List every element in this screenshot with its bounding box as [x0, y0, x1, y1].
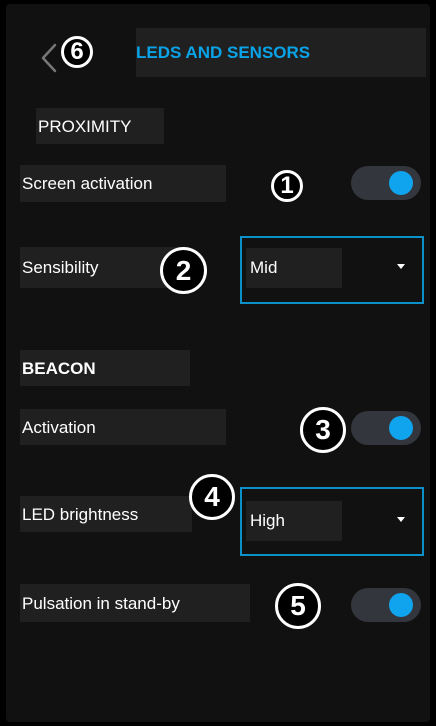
section-proximity-header: PROXIMITY [36, 108, 164, 144]
page-title: LEDS AND SENSORS [136, 28, 426, 77]
caret-down-icon [397, 517, 405, 522]
toggle-knob [389, 593, 413, 617]
pulsation-toggle[interactable] [351, 588, 421, 622]
led-brightness-label: LED brightness [20, 496, 192, 532]
callout-marker-5: 5 [275, 583, 321, 629]
sensibility-select[interactable]: Mid [240, 236, 424, 304]
app-screen: 6 LEDS AND SENSORS PROXIMITY Screen acti… [6, 4, 430, 722]
pulsation-label: Pulsation in stand-by [20, 584, 250, 622]
led-brightness-select[interactable]: High [240, 487, 424, 556]
toggle-knob [389, 171, 413, 195]
back-chevron-icon[interactable] [38, 42, 60, 74]
callout-marker-2: 2 [160, 247, 207, 294]
callout-marker-6: 6 [61, 36, 93, 68]
callout-marker-1: 1 [271, 170, 303, 202]
callout-marker-4: 4 [189, 474, 235, 520]
section-beacon-header: BEACON [20, 350, 190, 386]
sensibility-selected-value: Mid [246, 248, 342, 288]
screen-activation-label: Screen activation [20, 165, 226, 202]
led-brightness-selected-value: High [246, 501, 342, 541]
caret-down-icon [397, 264, 405, 269]
activation-label: Activation [20, 409, 226, 445]
callout-marker-3: 3 [300, 407, 346, 453]
toggle-knob [389, 416, 413, 440]
screen-activation-toggle[interactable] [351, 166, 421, 200]
activation-toggle[interactable] [351, 411, 421, 445]
